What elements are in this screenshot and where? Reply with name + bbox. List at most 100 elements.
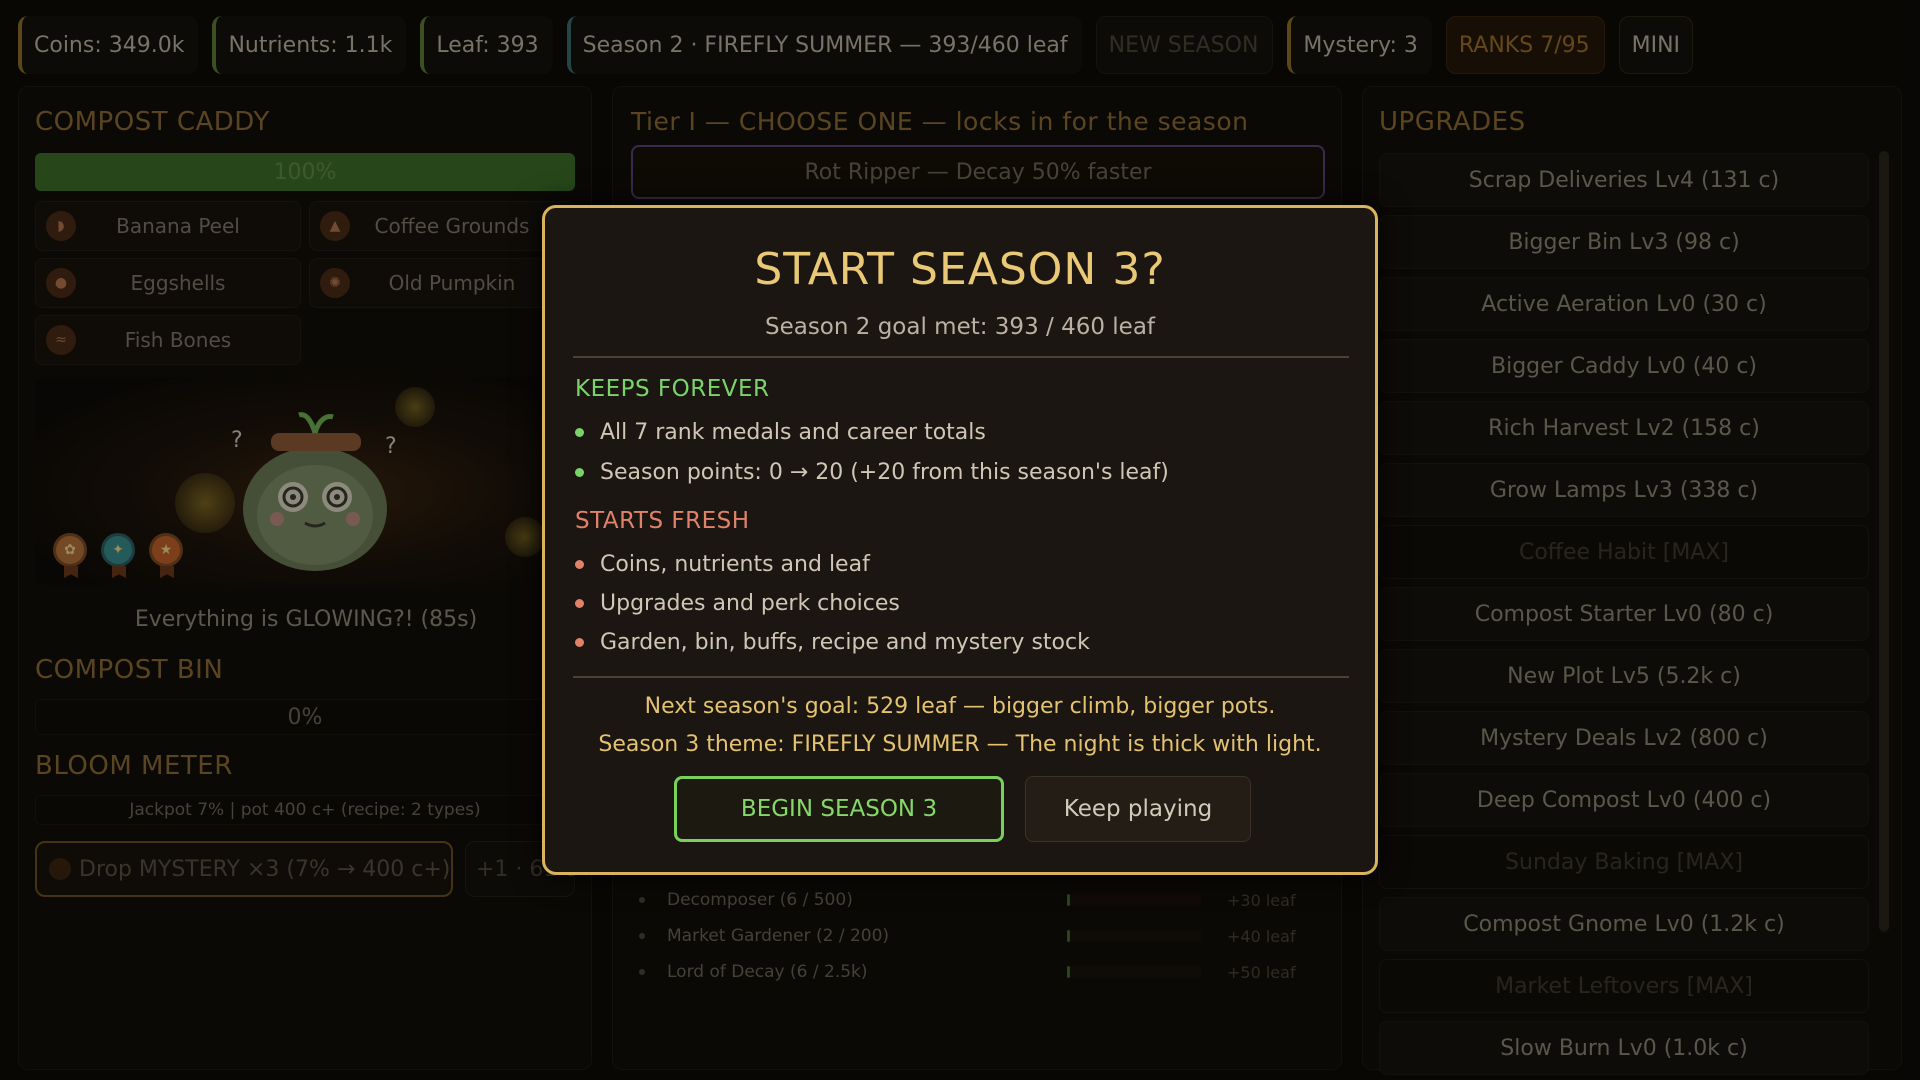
rank-progress-fill (1067, 930, 1070, 942)
caddy-item-coffee-grounds[interactable]: ▲ Coffee Grounds (309, 201, 575, 251)
mystery-icon (49, 858, 71, 880)
new-season-button[interactable]: NEW SEASON (1095, 16, 1274, 74)
upgrade-button[interactable]: Rich Harvest Lv2 (158 c) (1379, 401, 1869, 455)
caddy-item-eggshells[interactable]: ● Eggshells (35, 258, 301, 308)
keep-playing-button[interactable]: Keep playing (1025, 776, 1251, 842)
bronze-medal-icon: ✿ (53, 533, 87, 567)
bullet-icon (575, 638, 584, 647)
keeps-item-text: Season points: 0 → 20 (+20 from this sea… (600, 460, 1169, 485)
compost-creature: ? ? (231, 412, 397, 571)
upgrade-button[interactable]: Market Leftovers [MAX] (1379, 959, 1869, 1013)
top-bar: Coins: 349.0k Nutrients: 1.1k Leaf: 393 … (18, 16, 1694, 74)
bullet-icon (639, 897, 645, 903)
rank-row: Lord of Decay (6 / 2.5k) +50 leaf (633, 957, 1333, 987)
begin-season-button[interactable]: BEGIN SEASON 3 (674, 776, 1004, 842)
rank-progress-bar (1067, 966, 1201, 978)
bullet-icon (575, 428, 584, 437)
fresh-item-text: Coins, nutrients and leaf (600, 552, 870, 577)
keeps-item-text: All 7 rank medals and career totals (600, 420, 986, 445)
fresh-item: Upgrades and perk choices (575, 591, 900, 616)
banana-icon: ◗ (46, 211, 76, 241)
caddy-item-old-pumpkin[interactable]: ✺ Old Pumpkin (309, 258, 575, 308)
coffee-icon: ▲ (320, 211, 350, 241)
upgrade-button[interactable]: Sunday Baking [MAX] (1379, 835, 1869, 889)
leaf-counter: Leaf: 393 (420, 16, 553, 74)
item-label: Banana Peel (116, 214, 240, 238)
teal-medal-icon: ✦ (101, 533, 135, 567)
keeps-forever-heading: KEEPS FOREVER (575, 376, 770, 402)
start-season-dialog: START SEASON 3? Season 2 goal met: 393 /… (542, 205, 1378, 875)
bullet-icon (639, 969, 645, 975)
rank-name: Market Gardener (2 / 200) (667, 926, 890, 946)
divider (573, 356, 1349, 358)
rank-progress-fill (1067, 966, 1070, 978)
perk-option-rot-ripper[interactable]: Rot Ripper — Decay 50% faster (631, 145, 1325, 199)
nutrients-counter: Nutrients: 1.1k (212, 16, 407, 74)
mystery-counter: Mystery: 3 (1287, 16, 1432, 74)
caddy-item-banana-peel[interactable]: ◗ Banana Peel (35, 201, 301, 251)
bloom-title: BLOOM METER (35, 751, 233, 781)
item-label: Fish Bones (124, 328, 232, 352)
upgrade-button[interactable]: Mystery Deals Lv2 (800 c) (1379, 711, 1869, 765)
bullet-icon (575, 599, 584, 608)
svg-text:?: ? (231, 428, 243, 453)
drop-mystery-button[interactable]: Drop MYSTERY ×3 (7% → 400 c+) (35, 841, 453, 897)
rank-name: Decomposer (6 / 500) (667, 890, 853, 910)
firefly-glow (505, 517, 545, 557)
fresh-item-text: Upgrades and perk choices (600, 591, 900, 616)
bullet-icon (575, 468, 584, 477)
dialog-title: START SEASON 3? (754, 244, 1166, 295)
compost-caddy-panel: COMPOST CADDY 100% ◗ Banana Peel ▲ Coffe… (18, 86, 592, 1070)
tier-title: Tier I — CHOOSE ONE — locks in for the s… (631, 107, 1249, 136)
item-label: Eggshells (130, 271, 226, 295)
caddy-progress-bar: 100% (35, 153, 575, 191)
coins-counter: Coins: 349.0k (18, 16, 199, 74)
fresh-item-text: Garden, bin, buffs, recipe and mystery s… (600, 630, 1090, 655)
fresh-item: Garden, bin, buffs, recipe and mystery s… (575, 630, 1090, 655)
bullet-icon (639, 933, 645, 939)
upgrade-button[interactable]: Bigger Caddy Lv0 (40 c) (1379, 339, 1869, 393)
orange-medal-icon: ★ (149, 533, 183, 567)
rank-reward: +40 leaf (1227, 926, 1296, 946)
divider (573, 676, 1349, 678)
upgrades-scrollbar[interactable] (1879, 151, 1889, 933)
upgrade-button[interactable]: Coffee Habit [MAX] (1379, 525, 1869, 579)
next-goal-text: Next season's goal: 529 leaf — bigger cl… (644, 694, 1276, 719)
upgrade-button[interactable]: Grow Lamps Lv3 (338 c) (1379, 463, 1869, 517)
rank-reward: +50 leaf (1227, 962, 1296, 982)
fresh-item: Coins, nutrients and leaf (575, 552, 870, 577)
pumpkin-icon: ✺ (320, 268, 350, 298)
bloom-info: Jackpot 7% | pot 400 c+ (recipe: 2 types… (35, 795, 575, 825)
svg-text:?: ? (385, 434, 397, 459)
dialog-subtitle: Season 2 goal met: 393 / 460 leaf (764, 314, 1156, 340)
upgrade-button[interactable]: Scrap Deliveries Lv4 (131 c) (1379, 153, 1869, 207)
season-theme-text: Season 3 theme: FIREFLY SUMMER — The nig… (598, 732, 1322, 757)
upgrade-button[interactable]: New Plot Lv5 (5.2k c) (1379, 649, 1869, 703)
upgrade-button[interactable]: Slow Burn Lv0 (1.0k c) (1379, 1021, 1869, 1075)
upgrade-button[interactable]: Bigger Bin Lv3 (98 c) (1379, 215, 1869, 269)
upgrades-panel: UPGRADES Scrap Deliveries Lv4 (131 c) Big… (1362, 86, 1902, 1075)
compost-scene[interactable]: ? ? ✿ ✦ ★ (35, 377, 575, 585)
mini-button[interactable]: MINI (1618, 16, 1694, 74)
keeps-item: Season points: 0 → 20 (+20 from this sea… (575, 460, 1169, 485)
item-label: Old Pumpkin (388, 271, 516, 295)
bin-title: COMPOST BIN (35, 655, 224, 685)
caddy-title: COMPOST CADDY (35, 107, 270, 137)
starts-fresh-heading: STARTS FRESH (575, 508, 750, 534)
bullet-icon (575, 560, 584, 569)
rank-progress-bar (1067, 930, 1201, 942)
rank-progress-bar (1067, 894, 1201, 906)
season-status: Season 2 · FIREFLY SUMMER — 393/460 leaf (566, 16, 1082, 74)
upgrade-button[interactable]: Compost Gnome Lv0 (1.2k c) (1379, 897, 1869, 951)
upgrades-title: UPGRADES (1379, 107, 1526, 137)
keeps-item: All 7 rank medals and career totals (575, 420, 986, 445)
caddy-item-fish-bones[interactable]: ≈ Fish Bones (35, 315, 301, 365)
rank-reward: +30 leaf (1227, 890, 1296, 910)
rank-row: Decomposer (6 / 500) +30 leaf (633, 885, 1333, 915)
upgrade-button[interactable]: Compost Starter Lv0 (80 c) (1379, 587, 1869, 641)
scrollbar-thumb[interactable] (1879, 151, 1889, 931)
upgrade-button[interactable]: Deep Compost Lv0 (400 c) (1379, 773, 1869, 827)
upgrade-button[interactable]: Active Aeration Lv0 (30 c) (1379, 277, 1869, 331)
ranks-button[interactable]: RANKS 7/95 (1445, 16, 1605, 74)
bin-progress-bar: 0% (35, 699, 575, 735)
